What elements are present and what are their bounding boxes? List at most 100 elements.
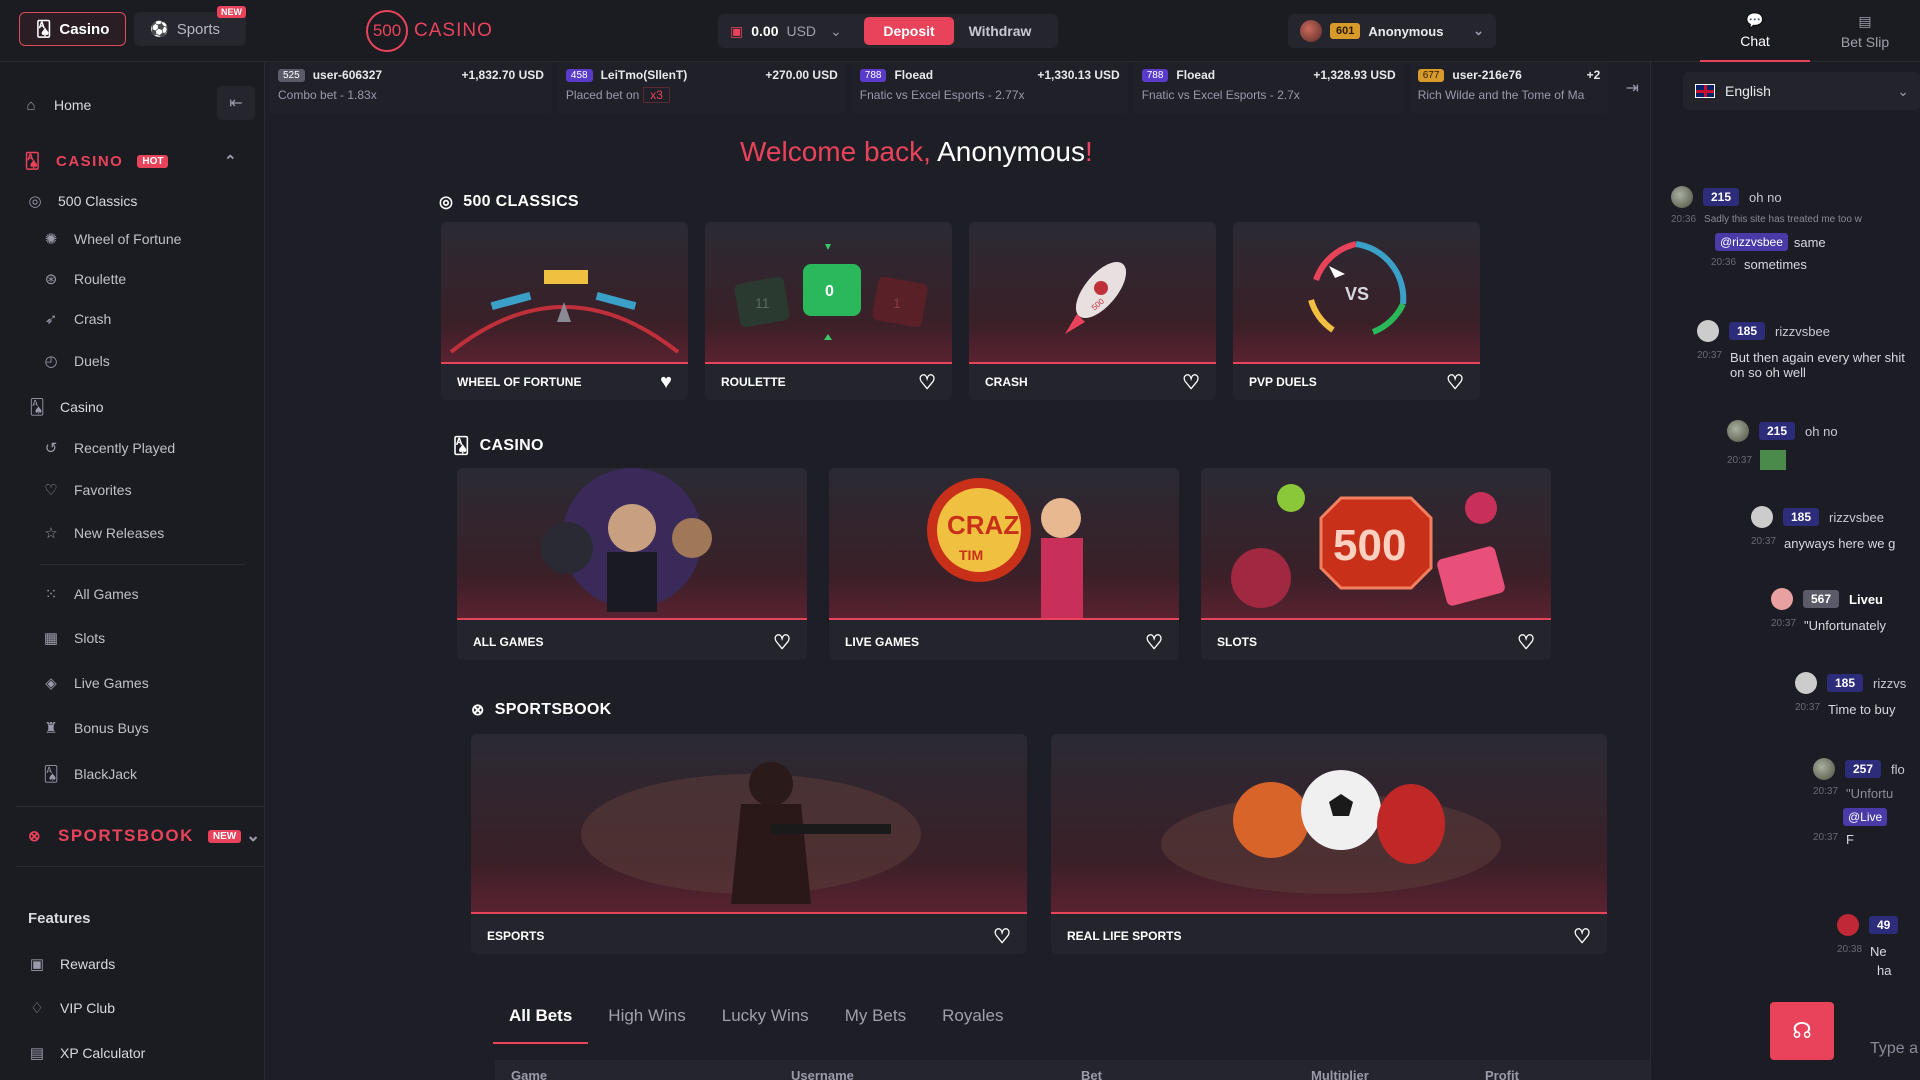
chat-input[interactable]: Type a	[1870, 1040, 1918, 1058]
sidebar-item-crash[interactable]: ➶ Crash	[42, 310, 112, 328]
chat-username[interactable]: Liveu	[1849, 592, 1883, 607]
tab-my-bets[interactable]: My Bets	[829, 996, 922, 1044]
game-card-crash[interactable]: 500 CRASH ♡	[969, 222, 1216, 400]
sidebar-item-roulette[interactable]: ⊛ Roulette	[42, 270, 126, 288]
tab-all-bets[interactable]: All Bets	[493, 996, 589, 1044]
user-menu[interactable]: 601 Anonymous ⌄	[1288, 14, 1496, 48]
sidebar-item-rewards[interactable]: ▣ Rewards	[28, 955, 115, 973]
ticker-amount: +1,832.70 USD	[461, 68, 544, 82]
bag-icon: ♜	[44, 720, 58, 737]
ticker-item[interactable]: 677 user-216e76 +2 Rich Wilde and the To…	[1409, 62, 1609, 114]
sidebar-item-bonus-buys[interactable]: ♜ Bonus Buys	[42, 719, 148, 737]
game-card-wheel-of-fortune[interactable]: WHEEL OF FORTUNE ♥	[441, 222, 688, 400]
sidebar-item-wheel-of-fortune[interactable]: ✺ Wheel of Fortune	[42, 230, 182, 248]
chat-username[interactable]: flo	[1891, 762, 1905, 777]
game-card-all-games[interactable]: ALL GAMES ♡	[457, 468, 807, 660]
language-selector[interactable]: English ⌄	[1683, 72, 1920, 110]
sidebar-item-blackjack[interactable]: 🂡 BlackJack	[42, 765, 137, 783]
tab-betslip[interactable]: ▤ Bet Slip	[1810, 0, 1920, 62]
game-title: ALL GAMES	[473, 635, 544, 649]
ticker-username: LeiTmo(SllenT)	[600, 68, 688, 82]
game-card-roulette[interactable]: 11 0 1 ROULETTE ♡	[705, 222, 952, 400]
side-panel-tabs: 💬 Chat ▤ Bet Slip	[1700, 0, 1920, 62]
bets-table-header: Game Username Bet Multiplier Profit	[495, 1060, 1655, 1080]
tab-lucky-wins[interactable]: Lucky Wins	[706, 996, 825, 1044]
chat-text: same	[1793, 234, 1826, 250]
card-art	[471, 734, 1027, 914]
game-card-real-life-sports[interactable]: REAL LIFE SPORTS ♡	[1051, 734, 1607, 954]
chat-username[interactable]: oh no	[1805, 424, 1838, 439]
chat-text: Ne	[1870, 944, 1887, 959]
diamond-icon: ♢	[30, 1000, 44, 1017]
favorite-heart-icon[interactable]: ♡	[918, 370, 936, 395]
ticker-item[interactable]: 788 Floead +1,330.13 USD Fnatic vs Excel…	[851, 62, 1128, 114]
sidebar-item-label: Live Games	[74, 675, 149, 691]
sidebar-section-casino[interactable]: 🂡 CASINO HOT ⌃	[24, 152, 237, 171]
collapse-icon: ⇤	[229, 95, 243, 112]
ticker-item[interactable]: 788 Floead +1,328.93 USD Fnatic vs Excel…	[1133, 62, 1404, 114]
favorite-heart-icon[interactable]: ♡	[1573, 924, 1591, 949]
tab-high-wins[interactable]: High Wins	[592, 996, 701, 1044]
sidebar-item-label: 500 Classics	[58, 193, 138, 209]
game-card-slots[interactable]: 500 SLOTS ♡	[1201, 468, 1551, 660]
ticker-next-button[interactable]: ⇥	[1614, 62, 1650, 114]
sidebar-section-sportsbook[interactable]: ⊗ SPORTSBOOK NEW ⌄	[26, 826, 260, 846]
tab-royales[interactable]: Royales	[926, 996, 1019, 1044]
sidebar-item-500-classics[interactable]: ◎ 500 Classics	[26, 192, 137, 210]
chat-username[interactable]: rizzvsbee	[1775, 324, 1830, 339]
sidebar-item-home[interactable]: ⌂ Home	[22, 96, 91, 114]
site-logo[interactable]: 500 CASINO	[366, 10, 493, 52]
sidebar-item-label: Rewards	[60, 956, 116, 972]
favorite-heart-icon[interactable]: ♡	[773, 630, 791, 655]
balance-selector[interactable]: ▣ 0.00 USD ⌄	[718, 23, 864, 40]
favorite-heart-icon[interactable]: ♡	[993, 924, 1011, 949]
multiplier-tag: x3	[643, 87, 670, 103]
slots-icon: ▦	[43, 630, 59, 647]
sidebar-item-recently-played[interactable]: ↺ Recently Played	[42, 439, 175, 457]
favorite-heart-icon[interactable]: ♡	[1182, 370, 1200, 395]
sidebar-item-live-games[interactable]: ◈ Live Games	[42, 674, 149, 692]
favorite-heart-icon[interactable]: ♡	[1145, 630, 1163, 655]
duel-art: VS	[1308, 241, 1407, 335]
sidebar-item-vip-club[interactable]: ♢ VIP Club	[28, 999, 115, 1017]
sidebar-item-xp-calculator[interactable]: ▤ XP Calculator	[28, 1044, 145, 1062]
sidebar-item-label: BlackJack	[74, 766, 138, 782]
ticket-icon: ▤	[1858, 12, 1872, 29]
game-card-esports[interactable]: ESPORTS ♡	[471, 734, 1027, 954]
chat-username[interactable]: oh no	[1749, 190, 1782, 205]
sidebar-item-casino[interactable]: 🂡 Casino	[28, 398, 103, 416]
sidebar-item-label: All Games	[74, 586, 139, 602]
sidebar-item-favorites[interactable]: ♡ Favorites	[42, 481, 131, 499]
chat-mention[interactable]: @Live	[1843, 808, 1888, 826]
live-games-art: CRAZ TIM	[927, 478, 1083, 618]
favorite-heart-icon[interactable]: ♥	[660, 371, 672, 394]
chat-username[interactable]: rizzvs	[1873, 676, 1906, 691]
casino-mode-label: Casino	[59, 20, 110, 38]
sidebar-item-duels[interactable]: ◴ Duels	[42, 352, 109, 370]
chat-mention[interactable]: @rizzvsbee	[1715, 233, 1788, 251]
ticker-item[interactable]: 458 LeiTmo(SllenT) +270.00 USD Placed be…	[557, 62, 846, 114]
casino-mode-button[interactable]: 🂡 Casino	[19, 12, 126, 46]
favorite-heart-icon[interactable]: ♡	[1517, 630, 1535, 655]
level-badge: 458	[565, 68, 593, 82]
chat-username[interactable]: rizzvsbee	[1829, 510, 1884, 525]
withdraw-button[interactable]: Withdraw	[954, 17, 1046, 45]
game-card-pvp-duels[interactable]: VS PVP DUELS ♡	[1233, 222, 1480, 400]
ticker-item[interactable]: 525 user-606327 +1,832.70 USD Combo bet …	[270, 62, 552, 114]
tab-chat[interactable]: 💬 Chat	[1700, 0, 1810, 62]
chat-level-badge: 49	[1869, 916, 1899, 934]
column-header: Profit	[1485, 1067, 1519, 1080]
favorite-heart-icon[interactable]: ♡	[1446, 370, 1464, 395]
sidebar-item-slots[interactable]: ▦ Slots	[42, 629, 105, 647]
deposit-button[interactable]: Deposit	[864, 17, 954, 45]
sports-mode-button[interactable]: ⚽ Sports NEW	[134, 6, 246, 46]
card-art	[457, 468, 807, 620]
sidebar-item-label: New Releases	[74, 525, 165, 541]
sidebar-item-new-releases[interactable]: ☆ New Releases	[42, 524, 164, 542]
sidebar-item-all-games[interactable]: ⁙ All Games	[42, 585, 139, 603]
collapse-sidebar-button[interactable]: ⇤	[217, 86, 255, 120]
home-icon: ⌂	[26, 96, 36, 114]
card-footer: CRASH ♡	[969, 364, 1216, 400]
game-card-live-games[interactable]: CRAZ TIM LIVE GAMES ♡	[829, 468, 1179, 660]
support-button[interactable]: ☊	[1770, 1002, 1834, 1060]
